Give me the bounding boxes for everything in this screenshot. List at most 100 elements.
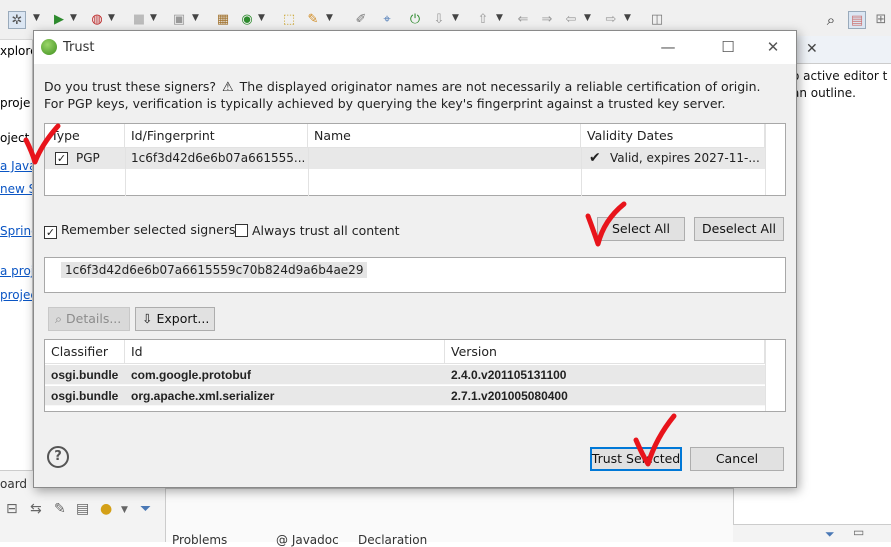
dialog-titlebar[interactable]: Trust — ☐ ✕ [34,31,796,64]
annotation-checkmark [23,123,61,165]
maximize-button[interactable]: ☐ [714,37,742,57]
forward-edit-icon[interactable]: ⇒ [538,11,556,29]
artifact-row[interactable]: osgi.bundle com.google.protobuf 2.4.0.v2… [45,365,765,385]
annotation-checkmark [633,413,677,467]
debug-icon[interactable]: ✲ [8,11,26,29]
filter-icon[interactable]: ⏷ [140,501,151,517]
dialog-title: Trust [63,40,95,55]
forward-icon[interactable]: ⇨ [602,11,620,29]
next-annotation-icon[interactable]: ⇩ [430,11,448,29]
project-link[interactable]: projec [0,288,32,302]
signer-name [314,148,574,169]
last-edit-icon[interactable]: ⇐ [514,11,532,29]
new-project-link[interactable]: new S [0,182,32,196]
search-icon[interactable]: ⌕ [822,11,840,29]
column-header-artifact-id[interactable]: Id [125,340,445,364]
chevron-down-icon[interactable]: ▼ [121,505,128,515]
check-icon: ✔ [589,150,601,166]
artifact-id: org.apache.xml.serializer [131,389,275,403]
edit-icon[interactable]: ✎ [54,501,66,517]
artifact-row[interactable]: osgi.bundle org.apache.xml.serializer 2.… [45,386,765,406]
deselect-all-button[interactable]: Deselect All [694,217,784,241]
remember-checkbox[interactable]: ✓ [44,226,57,239]
trust-dialog: Trust — ☐ ✕ Do you trust these signers? … [33,30,797,488]
always-trust-label: Always trust all content [251,223,400,238]
bottom-views-area [165,488,733,542]
power-icon[interactable]: ⏻ [406,11,424,29]
layout-icon[interactable]: ▤ [76,501,89,517]
signer-validity: Valid, expires 2027-11-... [610,151,760,165]
pin-icon[interactable]: ✐ [352,11,370,29]
delete-icon[interactable]: ⊟ [6,501,18,517]
tab-problems[interactable]: Problems [172,533,227,547]
artifact-version: 2.7.1.v201005080400 [451,389,568,403]
trust-intro-text: Do you trust these signers? ⚠ The displa… [44,79,784,112]
artifact-version: 2.4.0.v201105131100 [451,368,567,382]
panel-title: oard [0,477,28,491]
chevron-down-icon[interactable]: ▼ [624,13,631,23]
chevron-down-icon[interactable]: ▼ [70,13,77,23]
perspective-icon[interactable]: ▤ [848,11,866,29]
chevron-down-icon[interactable]: ▼ [496,13,503,23]
column-header-version[interactable]: Version [445,340,765,364]
import-project-link[interactable]: a proj [0,264,32,278]
fingerprint-text: 1c6f3d42d6e6b07a6615559c70b824d9a6b4ae29 [61,262,368,278]
minimize-button[interactable]: — [654,37,682,57]
artifact-id: com.google.protobuf [131,368,251,382]
cancel-button[interactable]: Cancel [690,447,784,471]
back-icon[interactable]: ⇦ [562,11,580,29]
chevron-down-icon[interactable]: ▼ [150,13,157,23]
help-icon[interactable]: ? [47,446,69,468]
package-icon[interactable]: ▦ [214,11,232,29]
column-header-name[interactable]: Name [308,124,581,148]
always-trust-checkbox[interactable] [235,224,248,237]
minimize-icon[interactable]: ▭ [853,525,864,539]
fingerprint-box: 1c6f3d42d6e6b07a6615559c70b824d9a6b4ae29 [44,257,786,293]
export-label: Export... [156,311,210,326]
export-button[interactable]: ⇩ Export... [135,307,215,331]
stop-icon[interactable]: ■ [130,11,148,29]
signer-type: PGP [76,151,100,165]
remember-option[interactable]: ✓ Remember selected signers [44,222,236,239]
open-perspective-icon[interactable]: ◫ [648,11,666,29]
filter-icon[interactable]: ⏷ [825,527,835,542]
signer-row[interactable]: ✓ PGP 1c6f3d42d6e6b07a661555... ✔ Valid,… [45,148,765,169]
chevron-down-icon[interactable]: ▼ [584,13,591,23]
run-icon[interactable]: ▶ [50,11,68,29]
warning-icon: ⚠ [222,80,234,95]
external-tools-icon[interactable]: ▣ [170,11,188,29]
close-button[interactable]: ✕ [759,37,787,57]
signers-table: Type Id/Fingerprint Name Validity Dates … [44,123,786,196]
tab-javadoc[interactable]: @ Javadoc [276,533,339,547]
open-type-icon[interactable]: ⬚ [280,11,298,29]
chevron-down-icon[interactable]: ▼ [108,13,115,23]
column-header-classifier[interactable]: Classifier [45,340,125,364]
details-button[interactable]: ⌕ Details... [48,307,130,331]
column-header-validity[interactable]: Validity Dates [581,124,765,148]
always-trust-option[interactable]: Always trust all content [235,222,400,238]
chevron-down-icon[interactable]: ▼ [258,13,265,23]
close-icon[interactable]: ✕ [806,41,818,57]
link-icon[interactable]: ⇆ [30,501,42,517]
chevron-down-icon[interactable]: ▼ [452,13,459,23]
annotation-icon[interactable]: ⌖ [378,11,396,29]
spring-project-link[interactable]: Spring [0,224,32,238]
artifact-classifier: osgi.bundle [51,389,119,403]
column-header-id[interactable]: Id/Fingerprint [125,124,308,148]
chevron-down-icon[interactable]: ▼ [192,13,199,23]
table-scroll-gutter [765,340,785,411]
chevron-down-icon[interactable]: ▼ [33,13,40,23]
column-divider [581,148,582,196]
column-divider [125,148,126,196]
run-config-icon[interactable]: ◍ [88,11,106,29]
prev-annotation-icon[interactable]: ⇧ [474,11,492,29]
outline-message: o active editor t an outline. [792,68,891,102]
chevron-down-icon[interactable]: ▼ [326,13,333,23]
java-perspective-icon[interactable]: ⊞ [872,11,890,29]
lightbulb-icon[interactable]: ● [100,501,112,517]
remember-label: Remember selected signers [60,222,236,237]
search-tool-icon[interactable]: ✎ [304,11,322,29]
new-class-icon[interactable]: ◉ [238,11,256,29]
panel-title: xplore [0,44,32,58]
tab-declaration[interactable]: Declaration [358,533,427,547]
